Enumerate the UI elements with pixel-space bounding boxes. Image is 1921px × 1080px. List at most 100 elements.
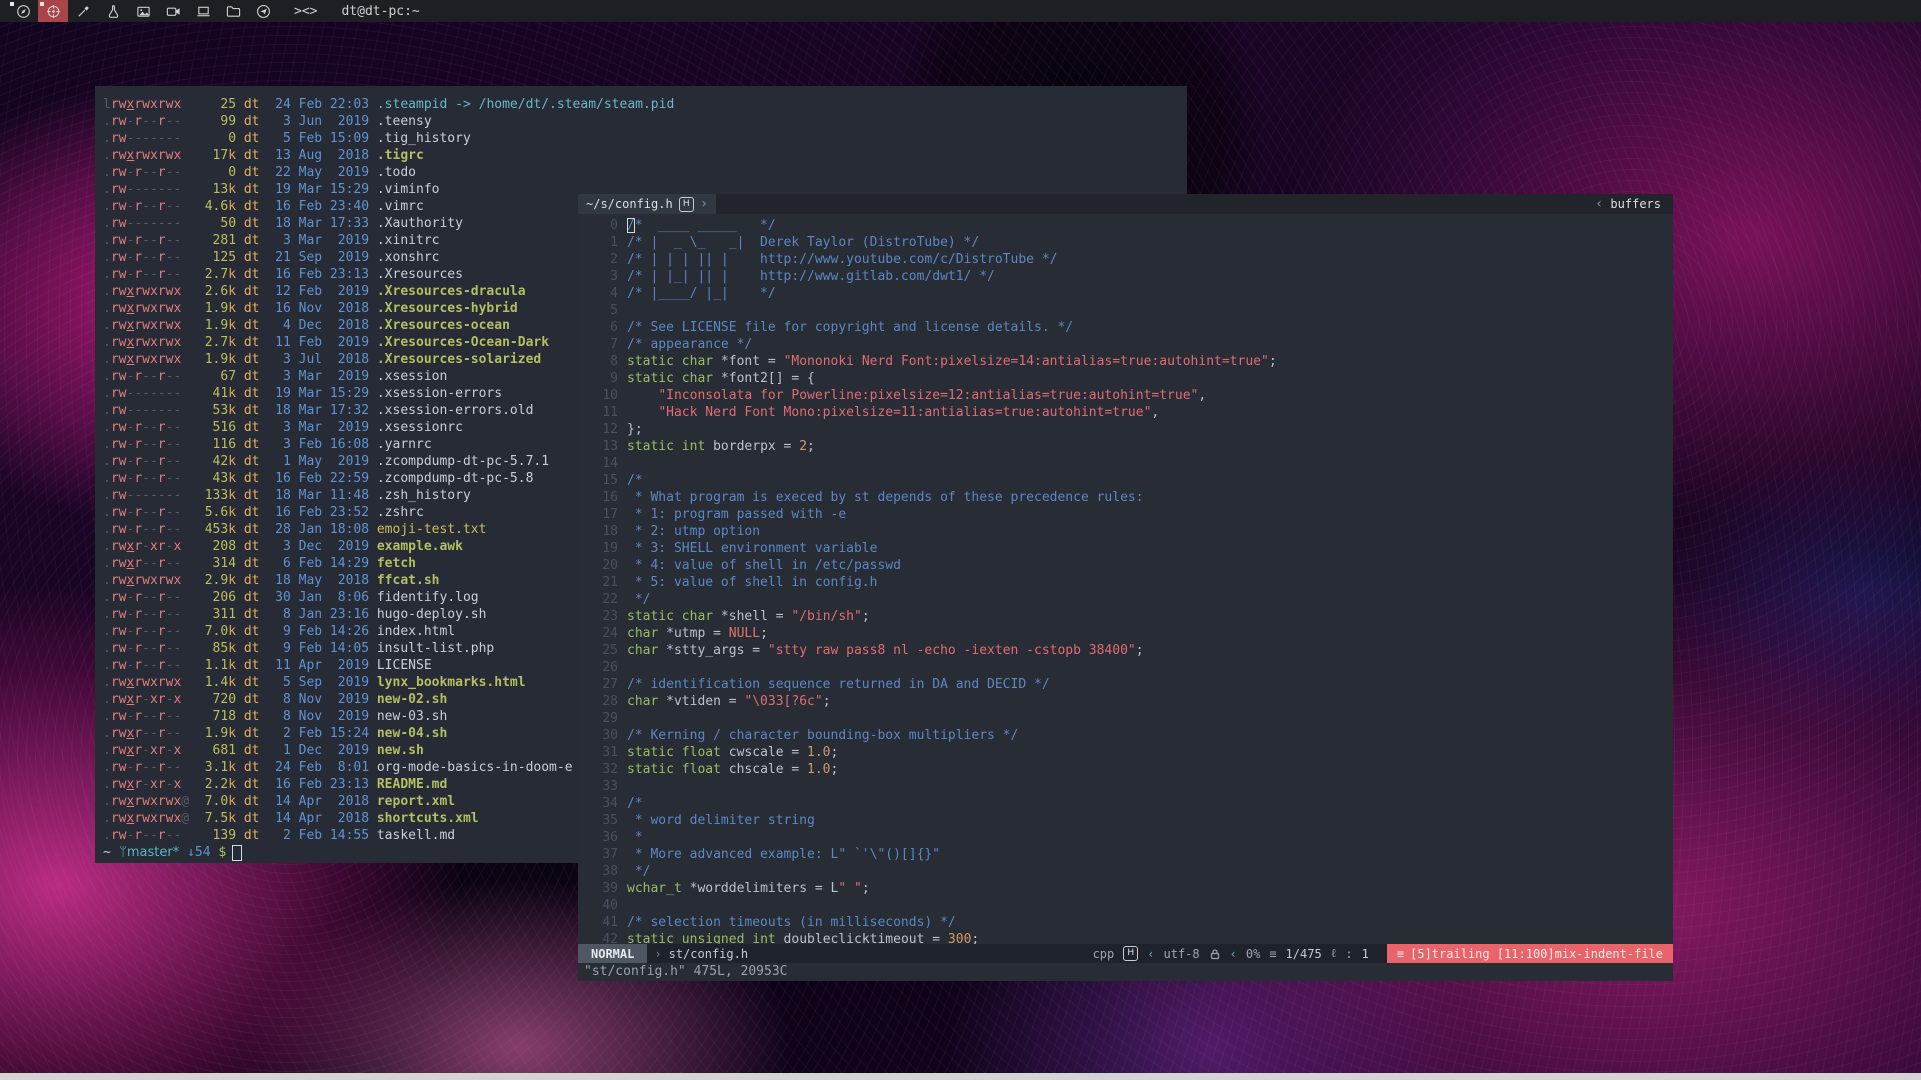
code-line[interactable]: 22 */ <box>578 591 1673 608</box>
code-line[interactable]: 19 * 3: SHELL environment variable <box>578 540 1673 557</box>
workspace-tag-1[interactable] <box>8 0 38 22</box>
code-line[interactable]: 23static char *shell = "/bin/sh"; <box>578 608 1673 625</box>
file-date: 3 Jun 2019 <box>275 113 369 130</box>
send-icon <box>256 4 271 19</box>
code-line[interactable]: 35 * word delimiter string <box>578 812 1673 829</box>
code-line[interactable]: 20 * 4: value of shell in /etc/passwd <box>578 557 1673 574</box>
line-number: 7 <box>578 336 618 353</box>
line-number: 6 <box>578 319 618 336</box>
flask-icon <box>106 4 121 19</box>
code-line[interactable]: 31static float cwscale = 1.0; <box>578 744 1673 761</box>
line-number: 9 <box>578 370 618 387</box>
code-area[interactable]: 0/* ____ _____ */1/* | _ \_ _| Derek Tay… <box>578 214 1673 944</box>
list-item: .rw------- 0dt 5 Feb 15:09.tig_history <box>103 130 1187 147</box>
code-line[interactable]: 4/* |____/ |_| */ <box>578 285 1673 302</box>
vim-window[interactable]: ~/s/config.h H › ‹ buffers 0/* ____ ____… <box>578 194 1673 981</box>
code-line[interactable]: 37 * More advanced example: L" `'\"()[]{… <box>578 846 1673 863</box>
file-size: 25 <box>189 96 236 113</box>
code-line[interactable]: 1/* | _ \_ _| Derek Taylor (DistroTube) … <box>578 234 1673 251</box>
code-line[interactable]: 40 <box>578 897 1673 914</box>
file-date: 3 Mar 2019 <box>275 368 369 385</box>
code-line[interactable]: 28char *vtiden = "\033[?6c"; <box>578 693 1673 710</box>
workspace-tag-3[interactable] <box>68 0 98 22</box>
workspace-tag-5[interactable] <box>128 0 158 22</box>
code-line[interactable]: 32static float chscale = 1.0; <box>578 761 1673 778</box>
file-name: .zsh_history <box>377 487 471 504</box>
workspace-tag-9[interactable] <box>248 0 278 22</box>
file-owner: dt <box>244 266 260 283</box>
file-permissions: .rwxrwxrwx <box>103 351 189 368</box>
code-line[interactable]: 29 <box>578 710 1673 727</box>
code-line[interactable]: 9static char *font2[] = { <box>578 370 1673 387</box>
layout-indicator[interactable]: ><> <box>294 4 317 19</box>
file-date: 4 Dec 2018 <box>275 317 369 334</box>
file-name: .Xresources-hybrid <box>377 300 518 317</box>
code-line[interactable]: 34/* <box>578 795 1673 812</box>
code-line[interactable]: 25char *stty_args = "stty raw pass8 nl -… <box>578 642 1673 659</box>
line-number: 21 <box>578 574 618 591</box>
workspace-tag-4[interactable] <box>98 0 128 22</box>
file-size: 42k <box>189 453 236 470</box>
file-size: 2.9k <box>189 572 236 589</box>
code-line[interactable]: 10 "Inconsolata for Powerline:pixelsize=… <box>578 387 1673 404</box>
file-name: shortcuts.xml <box>377 810 479 827</box>
code-line[interactable]: 8static char *font = "Mononoki Nerd Font… <box>578 353 1673 370</box>
file-permissions: .rw-r--r-- <box>103 606 189 623</box>
code-line[interactable]: 41/* selection timeouts (in milliseconds… <box>578 914 1673 931</box>
code-line[interactable]: 5 <box>578 302 1673 319</box>
file-owner: dt <box>244 147 260 164</box>
file-owner: dt <box>244 793 260 810</box>
file-owner: dt <box>244 419 260 436</box>
code-line[interactable]: 7/* appearance */ <box>578 336 1673 353</box>
filetype-label: cpp <box>1093 947 1115 961</box>
code-line[interactable]: 6/* See LICENSE file for copyright and l… <box>578 319 1673 336</box>
file-date: 3 Feb 16:08 <box>275 436 369 453</box>
code-line[interactable]: 3/* | |_| || | http://www.gitlab.com/dwt… <box>578 268 1673 285</box>
code-line[interactable]: 26 <box>578 659 1673 676</box>
prompt-cwd: ~ <box>103 844 111 861</box>
file-permissions: .rw-r--r-- <box>103 232 189 249</box>
code-line[interactable]: 12}; <box>578 421 1673 438</box>
file-permissions: .rwxr--r-- <box>103 555 189 572</box>
workspace-tag-8[interactable] <box>218 0 248 22</box>
code-line[interactable]: 36 * <box>578 829 1673 846</box>
code-line[interactable]: 15/* <box>578 472 1673 489</box>
code-line[interactable]: 11 "Hack Nerd Font Mono:pixelsize=11:ant… <box>578 404 1673 421</box>
statusline-right: cpp H ‹ utf-8 ‹ 0% ≡ 1/475 ℓ : 1 ≡ [5]tr… <box>1093 944 1673 963</box>
file-size: 4.6k <box>189 198 236 215</box>
file-permissions: .rwxrwxrwx <box>103 572 189 589</box>
workspace-tag-7[interactable] <box>188 0 218 22</box>
line-number: 19 <box>578 540 618 557</box>
code-line[interactable]: 27/* identification sequence returned in… <box>578 676 1673 693</box>
code-line[interactable]: 39wchar_t *worddelimiters = L" "; <box>578 880 1673 897</box>
file-date: 5 Feb 15:09 <box>275 130 369 147</box>
code-line[interactable]: 2/* | | | || | http://www.youtube.com/c/… <box>578 251 1673 268</box>
file-name: emoji-test.txt <box>377 521 487 538</box>
file-name: .zcompdump-dt-pc-5.7.1 <box>377 453 549 470</box>
file-permissions: .rw------- <box>103 385 189 402</box>
code-line[interactable]: 13static int borderpx = 2; <box>578 438 1673 455</box>
file-date: 9 Feb 14:05 <box>275 640 369 657</box>
code-line[interactable]: 33 <box>578 778 1673 795</box>
buffers-tab[interactable]: ‹ buffers <box>1583 194 1673 214</box>
chevron-right-icon: › <box>654 947 661 961</box>
code-line[interactable]: 18 * 2: utmp option <box>578 523 1673 540</box>
file-size: 125 <box>189 249 236 266</box>
file-owner: dt <box>244 521 260 538</box>
file-name: new-04.sh <box>377 725 447 742</box>
code-line[interactable]: 30/* Kerning / character bounding-box mu… <box>578 727 1673 744</box>
workspace-tag-6[interactable] <box>158 0 188 22</box>
file-permissions: .rw-r--r-- <box>103 453 189 470</box>
code-line[interactable]: 21 * 5: value of shell in config.h <box>578 574 1673 591</box>
code-line[interactable]: 42static unsigned int doubleclicktimeout… <box>578 931 1673 944</box>
file-name: .Xresources-Ocean-Dark <box>377 334 549 351</box>
code-line[interactable]: 14 <box>578 455 1673 472</box>
workspace-tag-2[interactable] <box>38 0 68 22</box>
code-line[interactable]: 16 * What program is execed by st depend… <box>578 489 1673 506</box>
code-line[interactable]: 17 * 1: program passed with -e <box>578 506 1673 523</box>
code-line[interactable]: 0/* ____ _____ */ <box>578 217 1673 234</box>
tab-config-h[interactable]: ~/s/config.h H › <box>578 194 716 214</box>
file-name: .xsessionrc <box>377 419 463 436</box>
code-line[interactable]: 24char *utmp = NULL; <box>578 625 1673 642</box>
code-line[interactable]: 38 */ <box>578 863 1673 880</box>
